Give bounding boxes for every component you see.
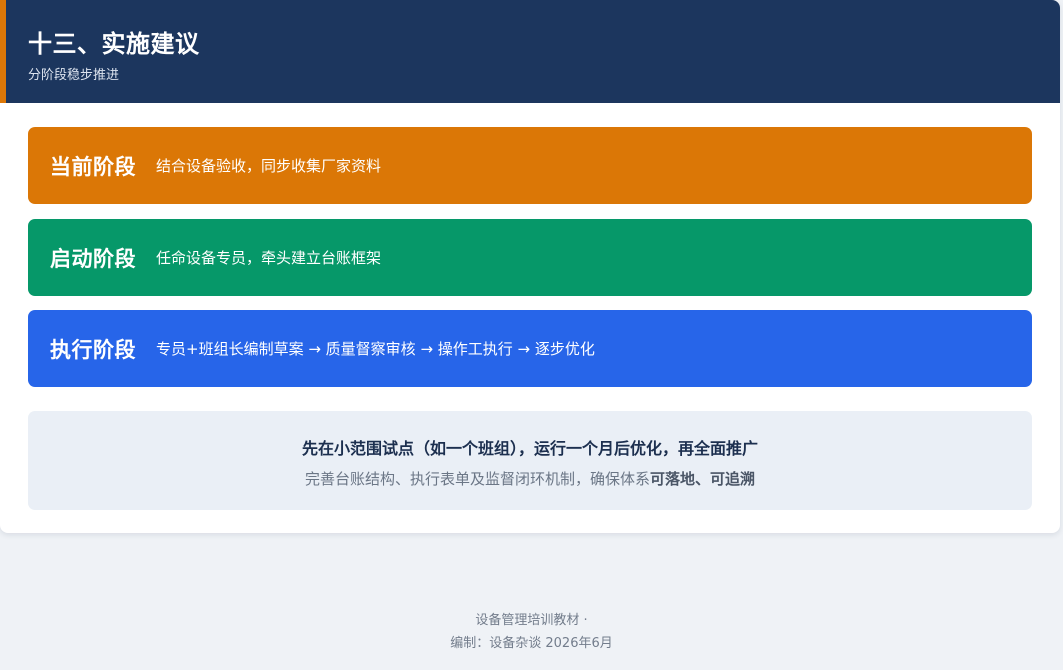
phase-name: 执行阶段	[50, 337, 136, 362]
phase-start: 启动阶段 任命设备专员，牵头建立台账框架	[28, 219, 1032, 296]
section-title: 十三、实施建议	[28, 30, 200, 58]
phase-name: 当前阶段	[50, 154, 136, 179]
phase-execution: 执行阶段 专员+班组长编制草案 → 质量督察审核 → 操作工执行 → 逐步优化	[28, 310, 1032, 387]
pilot-note-main: 先在小范围试点（如一个班组），运行一个月后优化，再全面推广	[301, 439, 758, 458]
section-header: 十三、实施建议 分阶段稳步推进	[0, 0, 1060, 103]
header-accent-bar	[0, 0, 6, 103]
pilot-note-sub: 完善台账结构、执行表单及监督闭环机制，确保体系可落地、可追溯	[28, 468, 1032, 489]
phase-description: 结合设备验收，同步收集厂家资料	[156, 157, 382, 175]
footer-author-date: 编制：设备杂谈 2026年6月	[450, 636, 613, 651]
phase-description: 专员+班组长编制草案 → 质量督察审核 → 操作工执行 → 逐步优化	[156, 340, 595, 358]
phase-description: 任命设备专员，牵头建立台账框架	[156, 249, 382, 267]
content-card: 十三、实施建议 分阶段稳步推进 当前阶段 结合设备验收，同步收集厂家资料 启动阶…	[0, 0, 1060, 533]
footer-source: 设备管理培训教材 ·	[475, 613, 588, 628]
pilot-note-sub-text: 完善台账结构、执行表单及监督闭环机制，确保体系	[304, 470, 650, 488]
phase-current: 当前阶段 结合设备验收，同步收集厂家资料	[28, 127, 1032, 204]
pilot-note: 先在小范围试点（如一个班组），运行一个月后优化，再全面推广 完善台账结构、执行表…	[28, 411, 1032, 510]
phase-name: 启动阶段	[50, 246, 136, 271]
section-subtitle: 分阶段稳步推进	[28, 68, 120, 83]
pilot-note-emphasis: 可落地、可追溯	[650, 470, 756, 488]
